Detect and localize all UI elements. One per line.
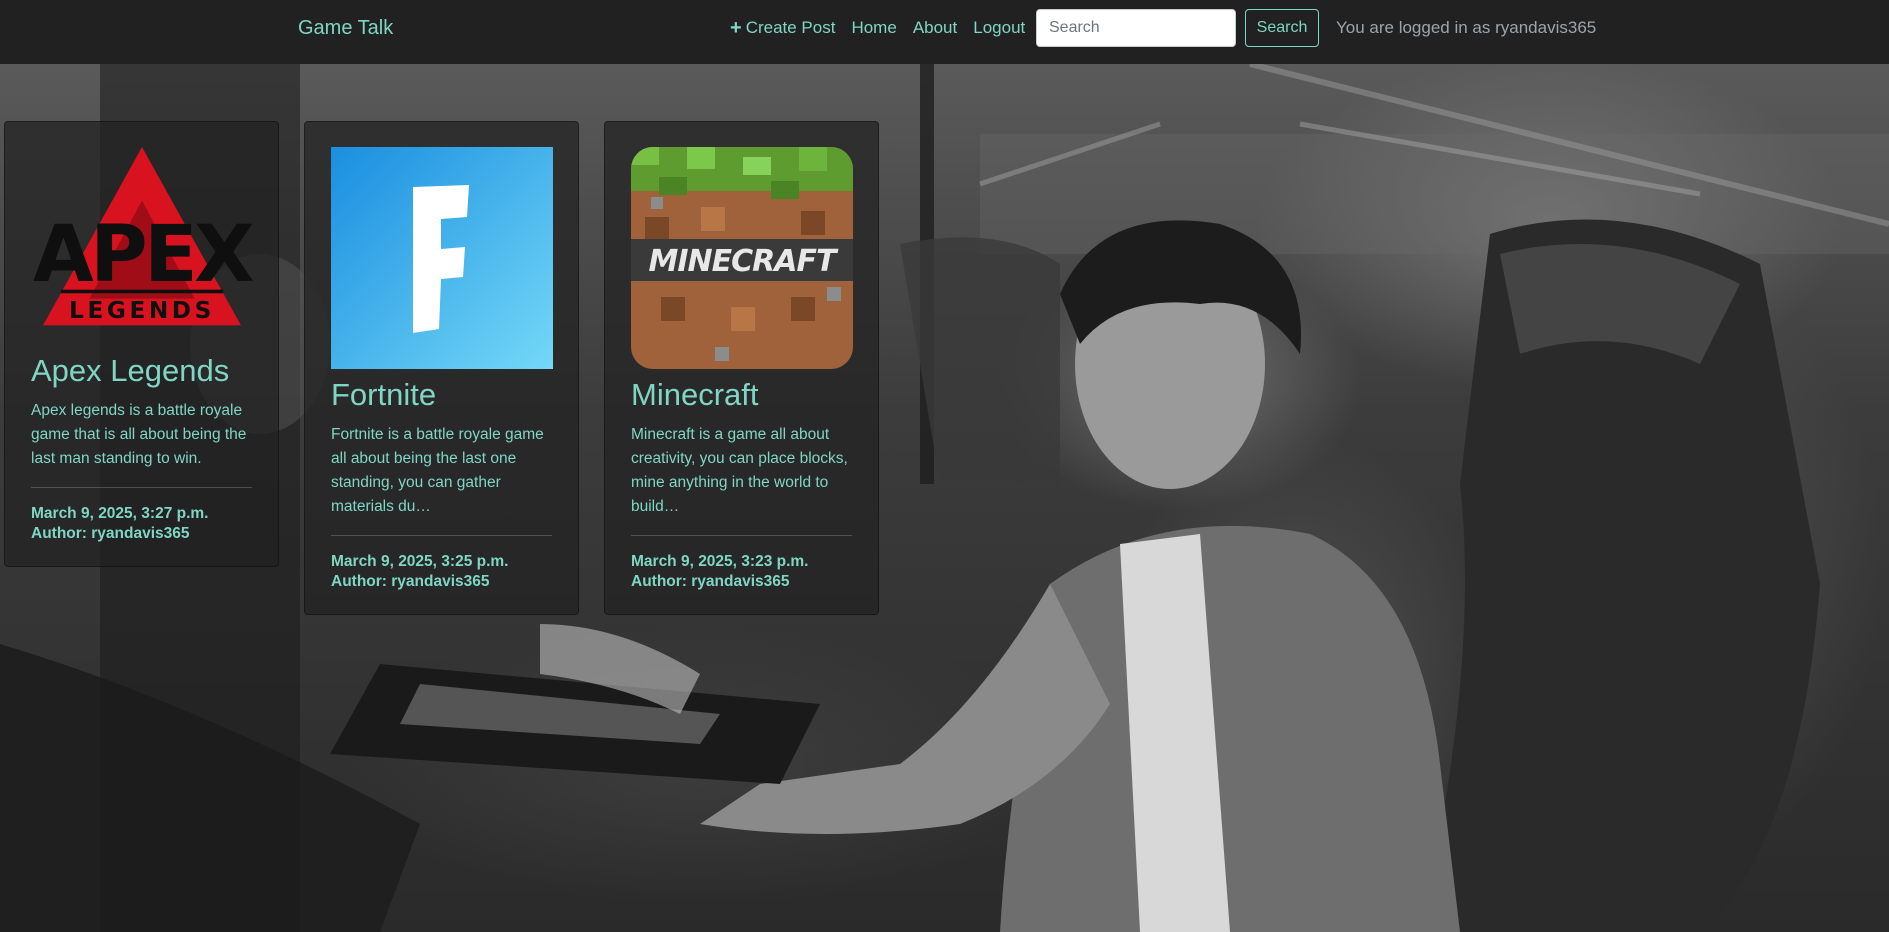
post-date: March 9, 2025, 3:23 p.m. xyxy=(631,553,809,570)
search-button[interactable]: Search xyxy=(1245,9,1319,47)
background-scene xyxy=(0,64,1889,932)
post-date: March 9, 2025, 3:27 p.m. xyxy=(31,505,209,522)
search-input[interactable] xyxy=(1036,9,1236,47)
post-title[interactable]: Fortnite xyxy=(331,377,552,413)
svg-text:APEX: APEX xyxy=(33,208,253,300)
card-divider xyxy=(31,487,252,488)
svg-text:MINECRAFT: MINECRAFT xyxy=(649,244,839,279)
fortnite-logo xyxy=(331,147,553,369)
post-title[interactable]: Apex Legends xyxy=(31,353,252,389)
card-divider xyxy=(631,535,852,536)
brand-link[interactable]: Game Talk xyxy=(298,17,393,40)
post-author: Author: ryandavis365 xyxy=(631,573,790,590)
top-navbar: Game Talk + Create Post Home About Logou… xyxy=(0,0,1889,64)
post-description: Minecraft is a game all about creativity… xyxy=(631,426,848,515)
post-card-apex-legends[interactable]: APEX LEGENDS Apex Legends Apex legends i… xyxy=(4,121,279,567)
svg-text:LEGENDS: LEGENDS xyxy=(69,297,215,324)
create-post-label: Create Post xyxy=(745,18,836,37)
post-title[interactable]: Minecraft xyxy=(631,377,852,413)
post-date: March 9, 2025, 3:25 p.m. xyxy=(331,553,509,570)
post-author: Author: ryandavis365 xyxy=(331,573,490,590)
post-author: Author: ryandavis365 xyxy=(31,525,190,542)
about-link[interactable]: About xyxy=(913,18,957,38)
apex-legends-logo: APEX LEGENDS xyxy=(33,147,253,326)
home-link[interactable]: Home xyxy=(851,18,896,38)
login-status: You are logged in as ryandavis365 xyxy=(1336,18,1597,37)
logout-link[interactable]: Logout xyxy=(973,18,1025,38)
plus-icon: + xyxy=(730,17,742,39)
post-card-fortnite[interactable]: Fortnite Fortnite is a battle royale gam… xyxy=(304,121,579,615)
post-card-minecraft[interactable]: MINECRAFT Minecraft Minecraft is a game … xyxy=(604,121,879,615)
post-description: Fortnite is a battle royale game all abo… xyxy=(331,426,544,515)
create-post-link[interactable]: + Create Post xyxy=(730,18,835,38)
minecraft-logo: MINECRAFT xyxy=(631,147,853,369)
card-divider xyxy=(331,535,552,536)
post-description: Apex legends is a battle royale game tha… xyxy=(31,402,247,467)
background-image xyxy=(0,64,1889,932)
nav-links: + Create Post Home About Logout xyxy=(730,18,1025,38)
